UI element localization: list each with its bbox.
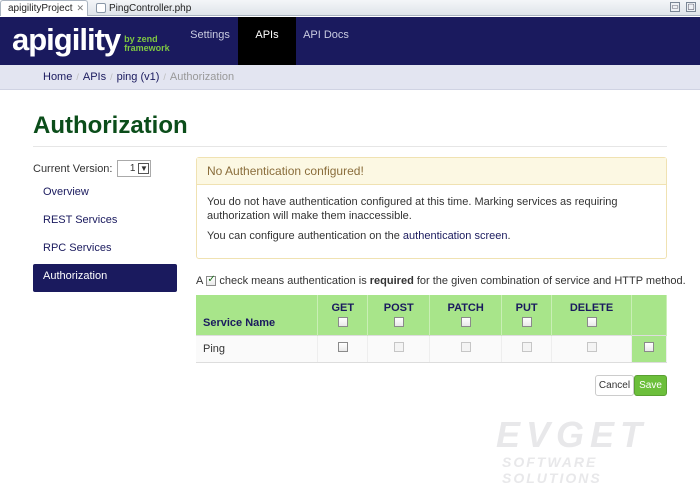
editor-tab-label: PingController.php (109, 2, 192, 14)
nav-api-docs[interactable]: API Docs (300, 17, 352, 65)
watermark-line-2: SOFTWARE SOLUTIONS (502, 454, 602, 486)
method-header-post: POST (367, 295, 431, 335)
column-checkbox-post[interactable] (393, 317, 404, 328)
breadcrumb-separator: / (76, 72, 79, 82)
page-title: Authorization (33, 112, 188, 139)
column-checkbox-delete[interactable] (586, 317, 597, 328)
legend-bold: required (369, 275, 414, 287)
auth-legend: A check means authentication is required… (196, 274, 686, 287)
close-tab-icon[interactable]: ✕ (76, 3, 84, 14)
alert-paragraph-2: You can configure authentication on the … (207, 229, 656, 243)
breadcrumb-current: Authorization (169, 71, 235, 83)
authentication-screen-link[interactable]: authentication screen (403, 230, 508, 242)
brand-sub-line2: framework (124, 43, 170, 53)
apigility-logo[interactable]: apigility by zend framework (12, 23, 170, 57)
editor-tab-label: apigilityProject (8, 3, 73, 14)
sidebar-item-overview[interactable]: Overview (33, 180, 177, 208)
method-header-put: PUT (501, 295, 553, 335)
checkbox-ping-put[interactable] (521, 342, 532, 352)
breadcrumb-apis[interactable]: APIs (83, 71, 106, 83)
alert-body: You do not have authentication configure… (197, 185, 666, 243)
top-navbar: apigility by zend framework Settings API… (0, 17, 700, 65)
method-label: DELETE (569, 302, 614, 315)
sidebar-item-authorization[interactable]: Authorization (33, 264, 177, 292)
checkbox-ping-patch[interactable] (460, 342, 471, 352)
nav-apis[interactable]: APIs (238, 17, 296, 65)
nav-settings[interactable]: Settings (188, 17, 232, 65)
method-label: PUT (515, 302, 538, 315)
no-auth-alert: No Authentication configured! You do not… (196, 157, 667, 259)
version-select[interactable]: 1 ▼ (117, 160, 152, 177)
php-file-icon (96, 3, 106, 13)
alert-paragraph-2-end: . (507, 230, 511, 242)
sidebar-item-rpc-services[interactable]: RPC Services (33, 236, 177, 264)
method-header-delete: DELETE (551, 295, 632, 335)
legend-prefix: A (196, 275, 204, 287)
alert-paragraph-1: You do not have authentication configure… (207, 196, 618, 222)
checkbox-ping-post[interactable] (393, 342, 404, 352)
save-button[interactable]: Save (634, 375, 667, 396)
column-checkbox-put[interactable] (521, 317, 532, 328)
maximize-icon[interactable]: ▢ (686, 2, 696, 12)
method-header-get: GET (317, 295, 369, 335)
checked-checkbox-icon (206, 274, 217, 286)
checkbox-ping-get[interactable] (337, 342, 348, 352)
watermark-line-1: EVGET (496, 414, 649, 455)
breadcrumb-home[interactable]: Home (43, 71, 72, 83)
brand-name: apigility (12, 22, 121, 57)
method-label: PATCH (447, 302, 484, 315)
cancel-button[interactable]: Cancel (595, 375, 634, 396)
version-selector-row: Current Version: 1 ▼ (33, 160, 152, 177)
cell-get (317, 334, 369, 363)
service-name-header: Service Name (196, 295, 319, 335)
cell-row-toggle (631, 334, 667, 363)
checkbox-ping-delete[interactable] (586, 342, 597, 352)
cell-patch (429, 334, 503, 363)
authorization-table: Service Name GET POST PATCH PUT DELETE P… (196, 295, 667, 363)
sidebar-item-rest-services[interactable]: REST Services (33, 208, 177, 236)
version-label: Current Version: (33, 162, 113, 175)
breadcrumb-ping[interactable]: ping (v1) (117, 71, 160, 83)
breadcrumb-separator: / (163, 72, 166, 82)
method-label: GET (331, 302, 355, 315)
legend-suffix: for the given combination of service and… (416, 275, 686, 287)
service-name-cell: Ping (196, 334, 319, 363)
column-checkbox-get[interactable] (337, 317, 348, 328)
cell-put (501, 334, 553, 363)
minimize-icon[interactable]: ▭ (670, 2, 680, 12)
column-checkbox-patch[interactable] (460, 317, 471, 328)
editor-tab-ping-controller[interactable]: PingController.php (92, 0, 202, 16)
legend-middle: check means authentication is (219, 275, 367, 287)
editor-tab-apigility-project[interactable]: apigilityProject ✕ (0, 0, 88, 16)
table-row: Ping (196, 334, 667, 363)
sidebar-nav: Overview REST Services RPC Services Auth… (33, 180, 177, 292)
cell-post (367, 334, 431, 363)
cell-delete (551, 334, 632, 363)
row-toggle-header (631, 295, 667, 335)
editor-tab-strip: apigilityProject ✕ PingController.php ▭ … (0, 0, 700, 16)
method-label: POST (383, 302, 414, 315)
alert-paragraph-2-text: You can configure authentication on the (207, 230, 403, 242)
evget-watermark: EVGET SOFTWARE SOLUTIONS (496, 414, 700, 487)
breadcrumb: Home / APIs / ping (v1) / Authorization (0, 65, 700, 90)
version-value: 1 (129, 163, 136, 174)
chevron-down-icon: ▼ (138, 163, 150, 174)
brand-subtitle: by zend framework (124, 35, 170, 53)
title-divider (33, 146, 667, 147)
breadcrumb-separator: / (110, 72, 113, 82)
checkbox-ping-all[interactable] (644, 342, 654, 352)
window-controls: ▭ ▢ (670, 2, 696, 12)
table-header-row: Service Name GET POST PATCH PUT DELETE (196, 295, 667, 335)
alert-heading: No Authentication configured! (197, 158, 666, 185)
method-header-patch: PATCH (429, 295, 503, 335)
